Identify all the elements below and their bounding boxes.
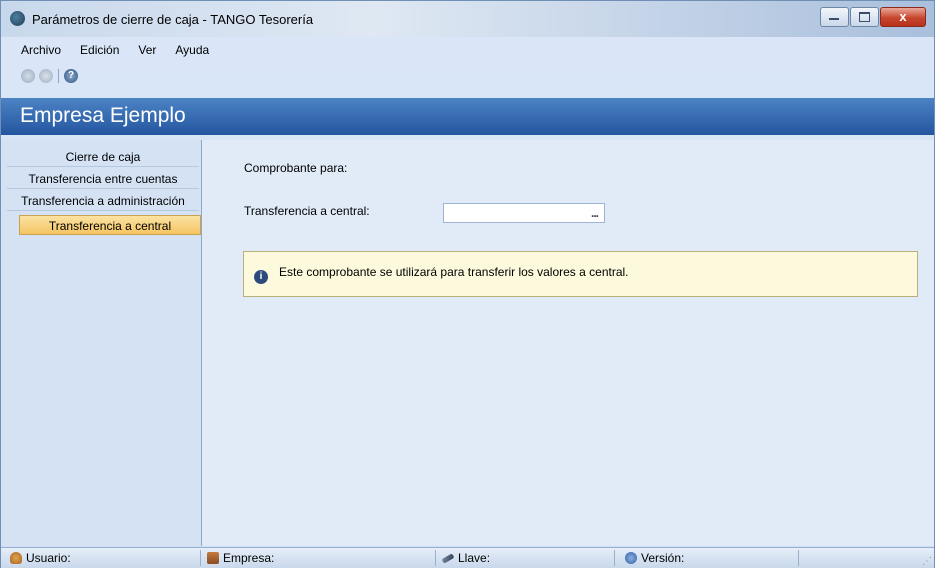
status-empresa: Empresa: — [207, 550, 436, 566]
title-bar: Parámetros de cierre de caja - TANGO Tes… — [1, 1, 934, 37]
company-icon — [207, 552, 219, 564]
status-version-label: Versión: — [641, 551, 685, 565]
menu-edicion[interactable]: Edición — [80, 43, 119, 61]
status-version: Versión: — [625, 550, 799, 566]
status-empresa-label: Empresa: — [223, 551, 275, 565]
app-logo-icon — [10, 11, 25, 26]
minimize-button[interactable] — [820, 7, 849, 27]
sidebar-item-transferencia-a-central[interactable]: Transferencia a central — [19, 215, 201, 235]
menu-ayuda[interactable]: Ayuda — [175, 43, 209, 61]
app-window: Parámetros de cierre de caja - TANGO Tes… — [0, 0, 935, 568]
toolbar: ? — [21, 66, 82, 86]
user-icon — [10, 552, 22, 564]
status-llave: Llave: — [441, 550, 615, 566]
key-icon — [441, 553, 455, 564]
transferencia-central-field[interactable]: ... — [443, 203, 605, 223]
maximize-button[interactable] — [850, 7, 879, 27]
main-panel: Comprobante para: Transferencia a centra… — [202, 140, 934, 546]
sidebar-item-transferencia-a-administracion[interactable]: Transferencia a administración — [7, 191, 199, 211]
status-bar: Usuario: Empresa: Llave: Versión: ⋰ — [1, 547, 934, 568]
sidebar-item-cierre-de-caja[interactable]: Cierre de caja — [7, 147, 199, 167]
transferencia-central-label: Transferencia a central: — [244, 204, 370, 218]
status-llave-label: Llave: — [458, 551, 491, 565]
cancel-icon[interactable] — [39, 69, 53, 83]
resize-grip-icon[interactable]: ⋰ — [922, 556, 932, 567]
company-name: Empresa Ejemplo — [20, 104, 186, 127]
toolbar-separator — [58, 69, 59, 83]
status-usuario-label: Usuario: — [26, 551, 71, 565]
menu-archivo[interactable]: Archivo — [21, 43, 61, 61]
info-icon: i — [254, 270, 268, 284]
menu-ver[interactable]: Ver — [138, 43, 156, 61]
browse-button[interactable]: ... — [591, 206, 599, 220]
company-header: Empresa Ejemplo — [1, 98, 934, 135]
info-message: i Este comprobante se utilizará para tra… — [243, 251, 918, 297]
sidebar: Cierre de caja Transferencia entre cuent… — [1, 140, 202, 546]
window-title: Parámetros de cierre de caja - TANGO Tes… — [32, 12, 314, 27]
sidebar-item-transferencia-entre-cuentas[interactable]: Transferencia entre cuentas — [7, 169, 199, 189]
close-button[interactable]: x — [880, 7, 926, 27]
version-icon — [625, 552, 637, 564]
status-usuario: Usuario: — [10, 550, 201, 566]
menu-bar: Archivo Edición Ver Ayuda — [1, 43, 209, 61]
window-controls: x — [819, 7, 926, 27]
help-icon[interactable]: ? — [64, 69, 78, 83]
accept-icon[interactable] — [21, 69, 35, 83]
section-label: Comprobante para: — [244, 161, 348, 175]
info-text: Este comprobante se utilizará para trans… — [279, 265, 629, 279]
